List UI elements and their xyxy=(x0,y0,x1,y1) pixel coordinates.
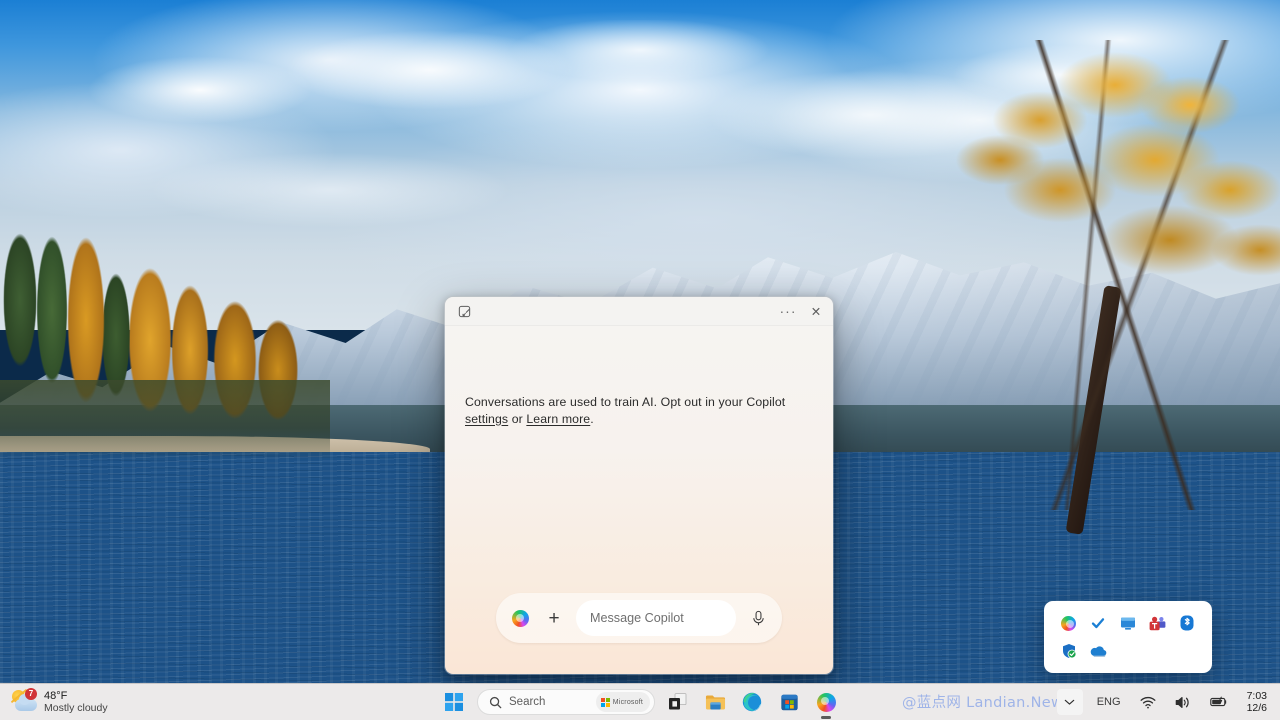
search-icon xyxy=(489,696,502,709)
clock-time: 7:03 xyxy=(1247,690,1267,702)
close-icon[interactable]: ✕ xyxy=(803,300,829,323)
close-label: ✕ xyxy=(811,304,821,319)
sun-behind-cloud-icon: 7 xyxy=(12,690,38,714)
check-tray-icon[interactable] xyxy=(1089,614,1107,632)
microphone-button[interactable] xyxy=(746,606,770,630)
notice-text-before: Conversations are used to train AI. Opt … xyxy=(465,395,785,409)
language-label: ENG xyxy=(1097,696,1121,708)
copilot-conversation-area: Conversations are used to train AI. Opt … xyxy=(445,326,833,674)
watermark: @蓝点网 Landian.News xyxy=(902,691,1071,712)
copilot-composer[interactable]: + Message Copilot xyxy=(496,593,782,643)
task-view-button[interactable] xyxy=(664,688,692,716)
wallpaper-wanaka-tree xyxy=(960,40,1280,510)
training-notice: Conversations are used to train AI. Opt … xyxy=(465,394,813,427)
clock-date: 12/6 xyxy=(1247,702,1267,714)
wallpaper-tree-shoreline xyxy=(0,380,330,460)
microsoft-logo-icon xyxy=(601,698,610,707)
notice-text-middle: or xyxy=(508,412,526,426)
copilot-titlebar[interactable]: ··· ✕ xyxy=(445,297,833,326)
microsoft-chip-label: Microsoft xyxy=(613,699,643,706)
add-attachment-label: + xyxy=(548,609,559,628)
chevron-down-icon xyxy=(1064,698,1075,706)
weather-text: 48°F Mostly cloudy xyxy=(44,690,108,715)
search-placeholder: Search xyxy=(509,696,545,708)
message-input-placeholder: Message Copilot xyxy=(590,611,684,625)
windows-security-tray-icon[interactable] xyxy=(1060,642,1078,660)
language-indicator[interactable]: ENG xyxy=(1092,689,1126,715)
taskbar[interactable]: 7 48°F Mostly cloudy Search Microsoft xyxy=(0,683,1280,720)
add-attachment-button[interactable]: + xyxy=(542,606,566,630)
learn-more-link[interactable]: Learn more xyxy=(526,412,590,426)
clock[interactable]: 7:03 12/6 xyxy=(1242,690,1272,714)
copilot-composer-wrapper: + Message Copilot xyxy=(445,593,833,674)
start-button[interactable] xyxy=(440,688,468,716)
microsoft-edge-button[interactable] xyxy=(738,688,766,716)
copilot-tray-icon[interactable] xyxy=(1060,614,1078,632)
taskbar-widgets-weather[interactable]: 7 48°F Mostly cloudy xyxy=(0,690,300,715)
copilot-settings-link[interactable]: settings xyxy=(465,412,508,426)
hidden-icons-flyout[interactable] xyxy=(1044,601,1212,673)
wifi-icon[interactable] xyxy=(1135,689,1161,715)
notice-text-after: . xyxy=(590,412,594,426)
message-input[interactable]: Message Copilot xyxy=(576,600,736,636)
weather-condition: Mostly cloudy xyxy=(44,702,108,715)
copilot-taskbar-button[interactable] xyxy=(812,688,840,716)
teams-tray-icon[interactable] xyxy=(1149,614,1167,632)
microsoft-chip: Microsoft xyxy=(596,692,650,712)
bluetooth-tray-icon[interactable] xyxy=(1178,614,1196,632)
system-tray: ENG 7:03 xyxy=(1057,689,1272,715)
taskbar-center-group: Search Microsoft xyxy=(440,688,840,716)
more-options-icon[interactable]: ··· xyxy=(775,300,801,323)
onedrive-tray-icon[interactable] xyxy=(1089,642,1107,660)
weather-temperature: 48°F xyxy=(44,690,108,703)
copilot-swirl-icon xyxy=(508,606,532,630)
search-input[interactable]: Search Microsoft xyxy=(477,689,655,715)
monitor-tray-icon[interactable] xyxy=(1119,614,1137,632)
show-hidden-icons-button[interactable] xyxy=(1057,689,1083,715)
wanaka-tree-canopy xyxy=(940,50,1280,350)
restore-pane-icon[interactable] xyxy=(451,300,477,323)
microsoft-store-button[interactable] xyxy=(775,688,803,716)
file-explorer-button[interactable] xyxy=(701,688,729,716)
speaker-icon[interactable] xyxy=(1170,689,1196,715)
battery-charging-icon[interactable] xyxy=(1205,689,1233,715)
copilot-window[interactable]: ··· ✕ Conversations are used to train AI… xyxy=(444,296,834,675)
more-options-label: ··· xyxy=(780,307,797,315)
notification-badge: 7 xyxy=(25,688,37,700)
